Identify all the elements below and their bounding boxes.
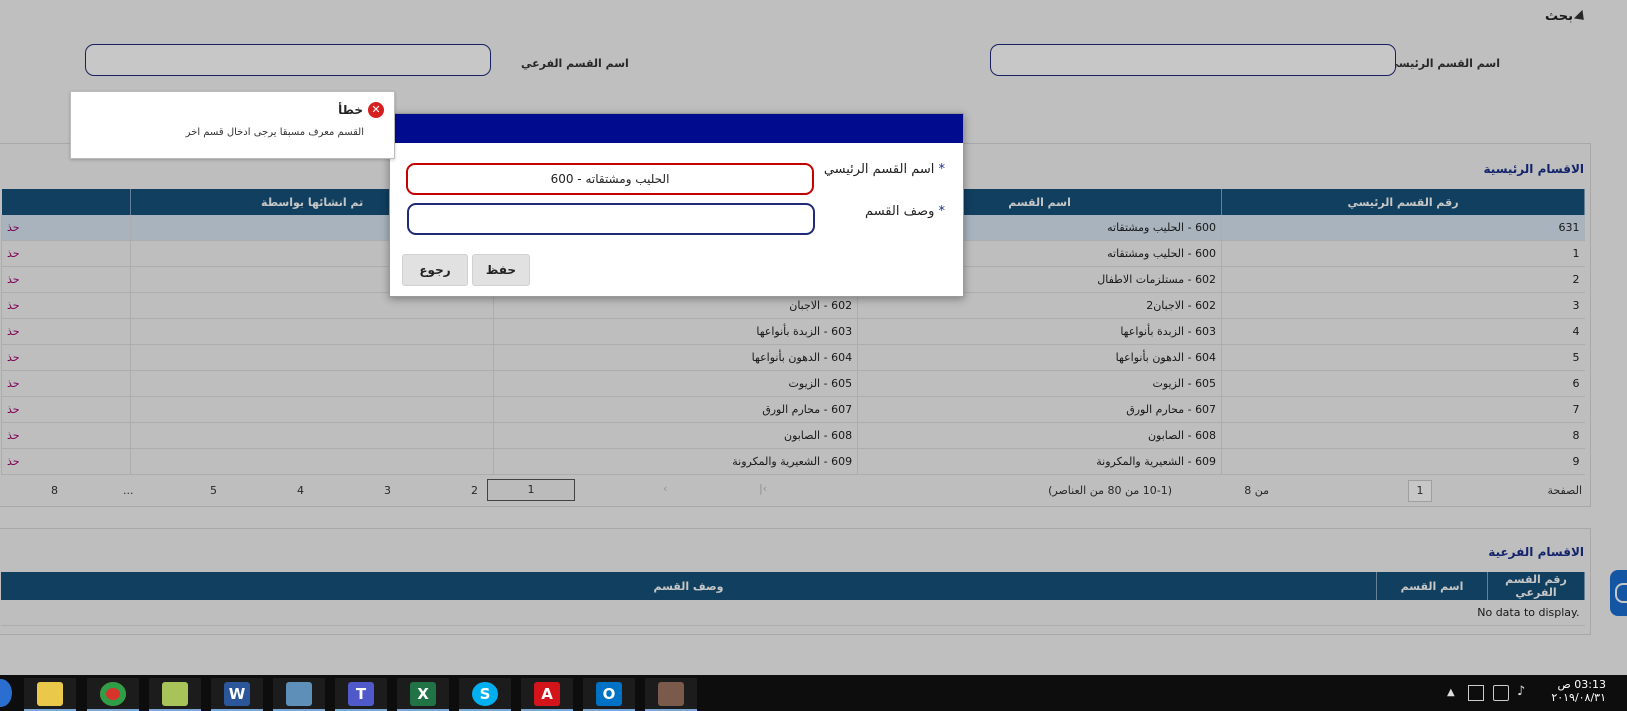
media-player-icon[interactable]	[273, 678, 325, 711]
skype-icon[interactable]: S	[459, 678, 511, 711]
notepad-icon[interactable]	[149, 678, 201, 711]
error-icon: ✕	[368, 102, 384, 118]
clock-date: ٢٠١٩/٠٨/٣١	[1551, 691, 1606, 704]
file-explorer-icon[interactable]	[24, 678, 76, 711]
back-button[interactable]: رجوع	[402, 254, 468, 286]
show-hidden-icons-icon[interactable]: ▲	[1447, 687, 1455, 698]
required-mark: *	[938, 204, 946, 219]
error-header: ✕ خطأ	[338, 102, 384, 118]
error-message: القسم معرف مسبقا يرجى ادخال قسم اخر	[185, 127, 364, 138]
taskbar: W T X S A O ▲ ♪ 03:13 ص ٢٠١٩/٠٨/٣١	[0, 675, 1627, 711]
error-title: خطأ	[338, 103, 363, 117]
clock-time: 03:13 ص	[1557, 678, 1607, 691]
field2-label: * وصف القسم	[865, 204, 945, 219]
acrobat-icon[interactable]: A	[521, 678, 573, 711]
main-category-field[interactable]: 600 - الحليب ومشتقاته	[406, 163, 814, 195]
outlook-icon[interactable]: O	[583, 678, 635, 711]
word-icon[interactable]: W	[211, 678, 263, 711]
app-icon[interactable]	[645, 678, 697, 711]
device-icon[interactable]	[1493, 685, 1509, 701]
chrome-icon[interactable]	[87, 678, 139, 711]
excel-icon[interactable]: X	[397, 678, 449, 711]
volume-icon[interactable]: ♪	[1517, 684, 1525, 699]
field2-label-text: وصف القسم	[865, 204, 935, 219]
error-tooltip: ✕ خطأ القسم معرف مسبقا يرجى ادخال قسم اخ…	[70, 91, 413, 160]
teams-icon[interactable]: T	[335, 678, 387, 711]
dialog-header[interactable]	[390, 114, 963, 143]
field1-label-text: اسم القسم الرئيسي	[823, 162, 935, 177]
save-button[interactable]: حفظ	[472, 254, 530, 286]
field1-label: * اسم القسم الرئيسي	[824, 162, 945, 177]
clock[interactable]: 03:13 ص ٢٠١٩/٠٨/٣١	[1548, 678, 1606, 704]
category-description-field[interactable]	[407, 203, 815, 235]
network-icon[interactable]	[1468, 685, 1484, 701]
add-category-dialog: * اسم القسم الرئيسي 600 - الحليب ومشتقات…	[389, 113, 964, 297]
required-mark: *	[938, 162, 946, 177]
start-button-icon[interactable]	[0, 679, 12, 707]
tooltip-pointer	[397, 148, 413, 160]
